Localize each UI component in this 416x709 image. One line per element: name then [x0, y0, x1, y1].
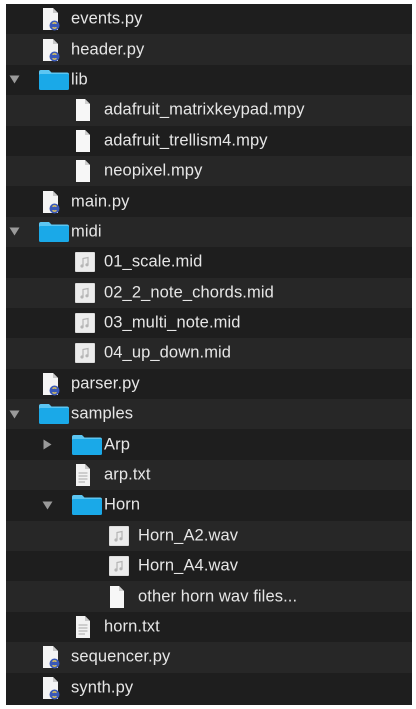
tree-row-01-scale-mid[interactable]: 01_scale.mid	[6, 247, 412, 277]
tree-row-label: horn.txt	[104, 617, 160, 636]
tree-row-horn-a2-wav[interactable]: Horn_A2.wav	[6, 520, 412, 552]
tree-row-label: Horn	[104, 495, 141, 514]
tree-row-sequencer-py[interactable]: sequencer.py	[6, 642, 412, 673]
file-icon	[74, 98, 92, 122]
tree-row-label: Horn_A4.wav	[138, 556, 239, 575]
tree-row-label: sequencer.py	[71, 647, 171, 666]
python-file-icon	[41, 38, 61, 62]
disclosure-expanded-icon[interactable]	[8, 226, 20, 238]
python-file-icon	[41, 372, 61, 396]
disclosure-expanded-icon[interactable]	[8, 74, 20, 86]
text-file-icon	[74, 615, 92, 639]
tree-row-midi[interactable]: midi	[6, 216, 412, 248]
file-icon	[74, 159, 92, 183]
tree-row-label: samples	[71, 404, 134, 423]
tree-row-04-up-down-mid[interactable]: 04_up_down.mid	[6, 338, 412, 369]
audio-file-icon	[74, 342, 96, 364]
folder-icon	[71, 434, 103, 456]
folder-icon	[38, 221, 70, 243]
tree-row-horn[interactable]: Horn	[6, 490, 412, 520]
audio-file-icon	[74, 251, 96, 273]
tree-row-samples[interactable]: samples	[6, 399, 412, 430]
tree-row-synth-py[interactable]: synth.py	[6, 673, 412, 703]
audio-file-icon	[74, 312, 96, 334]
tree-row-02-2-note-chords-mid[interactable]: 02_2_note_chords.mid	[6, 277, 412, 308]
tree-row-label: 02_2_note_chords.mid	[104, 283, 274, 302]
tree-row-label: arp.txt	[104, 465, 151, 484]
file-tree-panel: events.py header.py lib adafruit_matrixk…	[6, 4, 412, 705]
tree-row-horn-txt[interactable]: horn.txt	[6, 612, 412, 642]
python-file-icon	[41, 645, 61, 669]
tree-row-label: 03_multi_note.mid	[104, 313, 241, 332]
tree-row-header-py[interactable]: header.py	[6, 34, 412, 65]
tree-row-label: other horn wav files...	[138, 587, 298, 606]
tree-row-label: main.py	[71, 192, 130, 211]
tree-row-label: Arp	[104, 435, 130, 454]
folder-icon	[38, 403, 70, 425]
tree-row-arp-txt[interactable]: arp.txt	[6, 459, 412, 491]
tree-row-main-py[interactable]: main.py	[6, 186, 412, 216]
audio-file-icon	[74, 282, 96, 304]
folder-icon	[38, 69, 70, 91]
tree-row-lib[interactable]: lib	[6, 65, 412, 95]
tree-row-events-py[interactable]: events.py	[6, 4, 412, 34]
folder-icon	[71, 494, 103, 516]
tree-row-label: 01_scale.mid	[104, 252, 203, 271]
disclosure-expanded-icon[interactable]	[8, 408, 20, 420]
tree-row-label: parser.py	[71, 374, 140, 393]
tree-row-adafruit-trellism4-mpy[interactable]: adafruit_trellism4.mpy	[6, 126, 412, 156]
tree-row-label: adafruit_matrixkeypad.mpy	[104, 100, 305, 119]
tree-row-label: header.py	[71, 40, 145, 59]
tree-row-neopixel-mpy[interactable]: neopixel.mpy	[6, 155, 412, 187]
audio-file-icon	[108, 555, 130, 577]
python-file-icon	[41, 7, 61, 31]
file-icon	[108, 585, 126, 609]
tree-row-03-multi-note-mid[interactable]: 03_multi_note.mid	[6, 308, 412, 338]
tree-row-label: synth.py	[71, 678, 134, 697]
tree-row-parser-py[interactable]: parser.py	[6, 369, 412, 399]
tree-row-label: lib	[71, 70, 88, 89]
tree-row-adafruit-matrixkeypad-mpy[interactable]: adafruit_matrixkeypad.mpy	[6, 95, 412, 126]
tree-row-label: midi	[71, 222, 102, 241]
python-file-icon	[41, 190, 61, 214]
disclosure-expanded-icon[interactable]	[41, 499, 53, 511]
python-file-icon	[41, 676, 61, 700]
audio-file-icon	[108, 525, 130, 547]
text-file-icon	[74, 463, 92, 487]
tree-row-arp[interactable]: Arp	[6, 429, 412, 459]
file-icon	[74, 129, 92, 153]
tree-row-label: Horn_A2.wav	[138, 526, 239, 545]
tree-row-label: neopixel.mpy	[104, 161, 203, 180]
tree-row-label: adafruit_trellism4.mpy	[104, 131, 268, 150]
tree-row-other-horn-wav-files[interactable]: other horn wav files...	[6, 581, 412, 612]
tree-row-horn-a4-wav[interactable]: Horn_A4.wav	[6, 551, 412, 581]
tree-row-label: 04_up_down.mid	[104, 343, 232, 362]
tree-row-label: events.py	[71, 9, 143, 28]
disclosure-collapsed-icon[interactable]	[41, 438, 53, 450]
